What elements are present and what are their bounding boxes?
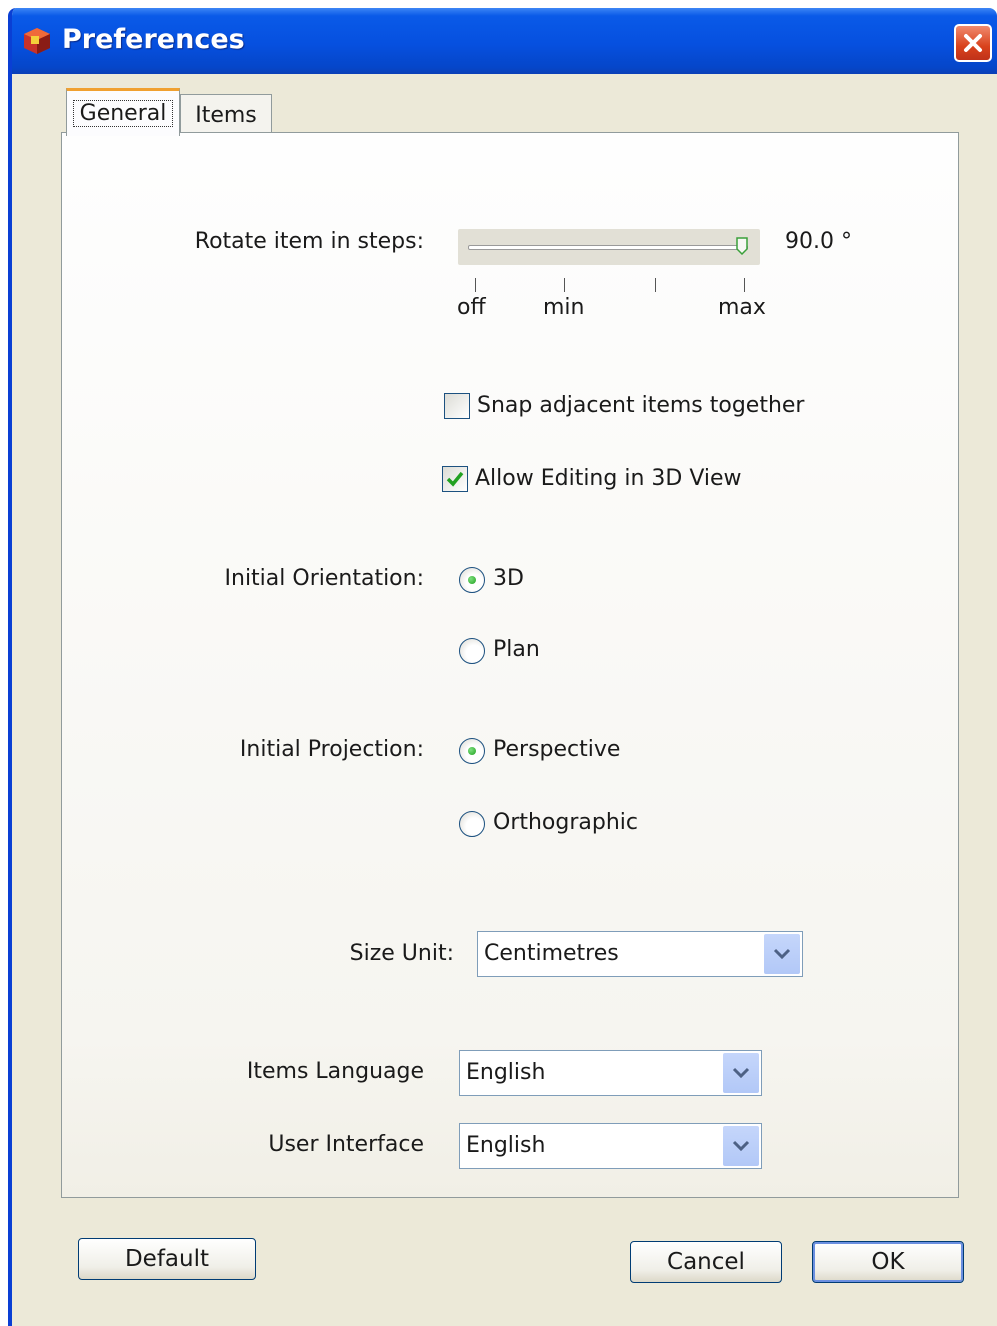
snap-checkbox[interactable]: [444, 393, 470, 419]
tab-general-label: General: [72, 100, 174, 127]
tick-mark: [475, 278, 476, 292]
preferences-dialog: Preferences General Items Rotate item in…: [8, 8, 997, 1326]
rotate-label: Rotate item in steps:: [194, 229, 424, 254]
tick-label-min: min: [543, 295, 585, 320]
size-unit-value: Centimetres: [484, 941, 619, 966]
chevron-down-icon[interactable]: [723, 1126, 759, 1166]
rotate-value: 90.0 °: [785, 229, 852, 254]
tab-items[interactable]: Items: [180, 94, 272, 136]
default-button-label: Default: [124, 1246, 210, 1272]
tick-mark: [744, 278, 745, 292]
tick-mark: [564, 278, 565, 292]
projection-label: Initial Projection:: [239, 737, 424, 762]
tick-label-max: max: [718, 295, 766, 320]
items-language-value: English: [466, 1060, 546, 1085]
snap-label[interactable]: Snap adjacent items together: [477, 393, 804, 418]
slider-thumb[interactable]: [736, 237, 748, 255]
tick-label-off: off: [457, 295, 486, 320]
orientation-3d-label[interactable]: 3D: [493, 566, 524, 591]
user-interface-value: English: [466, 1133, 546, 1158]
projection-perspective-radio[interactable]: [459, 738, 485, 764]
close-button[interactable]: [954, 24, 992, 62]
ok-button-label: OK: [871, 1249, 905, 1275]
tick-mark: [655, 278, 656, 292]
ok-button[interactable]: OK: [812, 1241, 964, 1283]
orientation-plan-label[interactable]: Plan: [493, 637, 540, 662]
user-interface-label: User Interface: [268, 1132, 424, 1157]
app-cube-icon: [22, 26, 52, 56]
default-button[interactable]: Default: [78, 1238, 256, 1280]
projection-orthographic-label[interactable]: Orthographic: [493, 810, 638, 835]
items-language-select[interactable]: English: [459, 1050, 762, 1096]
orientation-label: Initial Orientation:: [224, 566, 424, 591]
slider-groove: [468, 245, 748, 250]
projection-orthographic-radio[interactable]: [459, 811, 485, 837]
close-icon: [964, 34, 982, 52]
window-title: Preferences: [62, 24, 245, 55]
allow-3d-label[interactable]: Allow Editing in 3D View: [475, 466, 742, 491]
cancel-button[interactable]: Cancel: [630, 1241, 782, 1283]
allow-3d-checkbox[interactable]: [442, 466, 468, 492]
user-interface-select[interactable]: English: [459, 1123, 762, 1169]
items-language-label: Items Language: [246, 1059, 424, 1084]
rotate-slider[interactable]: [458, 229, 760, 265]
cancel-button-label: Cancel: [667, 1249, 745, 1275]
projection-perspective-label[interactable]: Perspective: [493, 737, 620, 762]
tab-items-label: Items: [195, 103, 257, 128]
tab-general[interactable]: General: [66, 88, 180, 136]
chevron-down-icon[interactable]: [723, 1053, 759, 1093]
orientation-plan-radio[interactable]: [459, 638, 485, 664]
chevron-down-icon[interactable]: [764, 934, 800, 974]
orientation-3d-radio[interactable]: [459, 567, 485, 593]
size-unit-select[interactable]: Centimetres: [477, 931, 803, 977]
checkmark-icon: [446, 471, 464, 487]
size-unit-label: Size Unit:: [349, 941, 454, 966]
general-panel: [61, 132, 959, 1198]
title-bar[interactable]: Preferences: [12, 8, 997, 74]
